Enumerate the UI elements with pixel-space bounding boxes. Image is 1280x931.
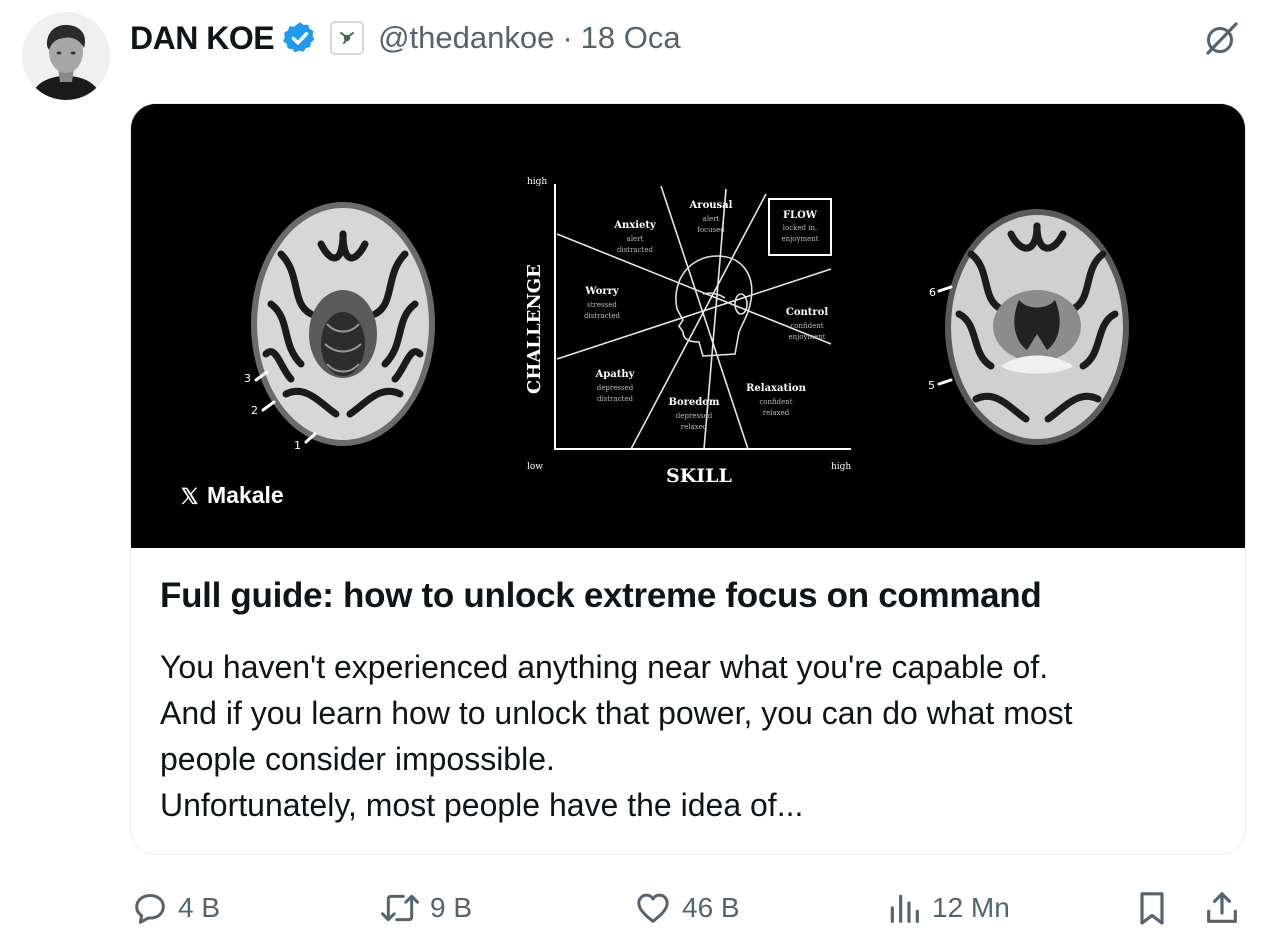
view-count: 12 Mn — [932, 892, 1010, 923]
article-description: You haven't experienced anything near wh… — [160, 644, 1230, 828]
share-button[interactable] — [1202, 884, 1242, 931]
svg-text:depressed: depressed — [676, 412, 713, 420]
svg-text:enjoyment: enjoyment — [781, 235, 818, 243]
svg-text:high: high — [831, 462, 851, 472]
svg-text:Boredom: Boredom — [669, 397, 720, 408]
svg-text:distracted: distracted — [597, 395, 634, 403]
article-cover-image: 3 2 1 6 5 high low high SKILL CHALLENGE … — [131, 104, 1245, 548]
grok-button[interactable] — [1200, 16, 1244, 60]
svg-text:high: high — [527, 177, 547, 187]
svg-text:5: 5 — [928, 379, 935, 392]
description-line: people consider impossible. — [160, 741, 555, 777]
article-type-label: Makale — [179, 482, 284, 509]
tweet-header: DAN KOE @thedankoe · 18 Oca — [130, 14, 681, 62]
svg-text:alert: alert — [703, 215, 720, 223]
svg-text:FLOW: FLOW — [783, 210, 818, 221]
svg-text:CHALLENGE: CHALLENGE — [524, 264, 545, 394]
svg-text:distracted: distracted — [584, 312, 621, 320]
svg-text:stressed: stressed — [587, 301, 617, 309]
repost-count: 9 B — [430, 892, 473, 923]
verified-badge-icon — [282, 20, 318, 56]
svg-text:Relaxation: Relaxation — [746, 383, 806, 394]
reply-button[interactable]: 4 B — [130, 884, 220, 931]
description-line: Unfortunately, most people have the idea… — [160, 787, 804, 823]
svg-text:relaxed: relaxed — [681, 423, 708, 431]
svg-text:6: 6 — [929, 286, 936, 299]
views-button[interactable]: 12 Mn — [884, 884, 1010, 931]
svg-text:Arousal: Arousal — [689, 200, 733, 211]
repost-button[interactable]: 9 B — [378, 884, 472, 931]
affiliate-badge-icon[interactable] — [330, 21, 365, 55]
svg-text:Anxiety: Anxiety — [613, 220, 657, 231]
x-logo-icon — [181, 487, 198, 504]
svg-text:distracted: distracted — [617, 246, 654, 254]
grok-icon — [1206, 22, 1238, 55]
article-card[interactable]: 3 2 1 6 5 high low high SKILL CHALLENGE … — [130, 103, 1246, 855]
meta-separator: · — [562, 20, 573, 55]
svg-text:Worry: Worry — [584, 286, 620, 297]
heart-icon — [637, 893, 669, 923]
svg-text:3: 3 — [244, 372, 251, 385]
svg-text:depressed: depressed — [597, 384, 634, 392]
svg-text:2: 2 — [251, 404, 258, 417]
like-button[interactable]: 46 B — [632, 884, 740, 931]
author-handle[interactable]: @thedankoe — [378, 20, 554, 56]
svg-text:Apathy: Apathy — [595, 369, 636, 380]
avatar[interactable] — [22, 12, 110, 100]
repost-icon — [381, 894, 419, 922]
svg-text:Control: Control — [786, 307, 828, 318]
svg-text:focused: focused — [697, 226, 725, 234]
svg-text:SKILL: SKILL — [666, 465, 732, 487]
reply-icon — [135, 894, 165, 924]
bookmark-icon — [1140, 892, 1164, 925]
description-line: You haven't experienced anything near wh… — [160, 649, 1049, 685]
article-type-text: Makale — [207, 482, 284, 508]
reply-count: 4 B — [178, 892, 221, 923]
svg-text:confident: confident — [759, 398, 792, 406]
svg-text:locked in,: locked in, — [783, 224, 817, 232]
analytics-icon — [890, 894, 919, 923]
article-title[interactable]: Full guide: how to unlock extreme focus … — [160, 576, 1042, 616]
tweet-action-bar: 4 B 9 B 46 B 12 Mn — [130, 884, 1246, 931]
description-line: And if you learn how to unlock that powe… — [160, 695, 1073, 731]
like-count: 46 B — [682, 892, 740, 923]
tweet-date[interactable]: 18 Oca — [581, 20, 681, 56]
bookmark-button[interactable] — [1132, 884, 1172, 931]
share-icon — [1207, 892, 1237, 923]
svg-text:low: low — [527, 462, 543, 472]
svg-text:relaxed: relaxed — [763, 409, 790, 417]
avatar-image — [22, 12, 110, 100]
svg-text:1: 1 — [294, 439, 301, 452]
tweet-meta: @thedankoe · 18 Oca — [378, 20, 681, 56]
svg-text:alert: alert — [627, 235, 644, 243]
svg-text:enjoyment: enjoyment — [788, 333, 825, 341]
author-name[interactable]: DAN KOE — [130, 20, 275, 57]
svg-text:confident: confident — [790, 322, 823, 330]
